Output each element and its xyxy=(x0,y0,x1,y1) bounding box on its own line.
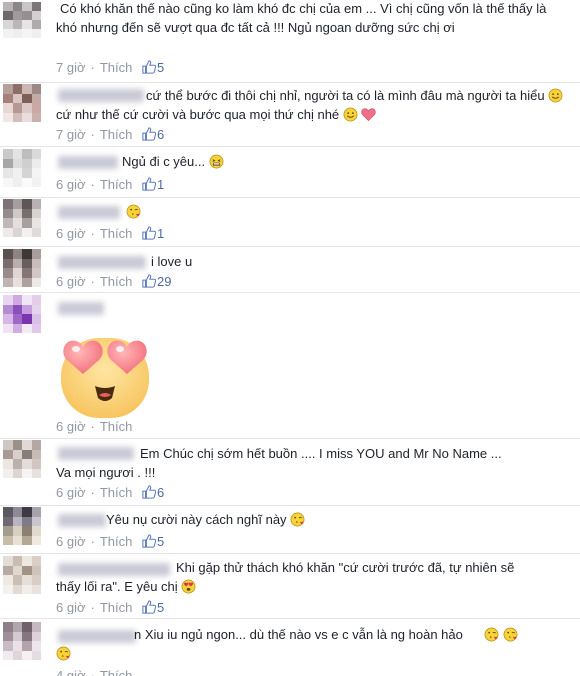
like-link[interactable]: Thích xyxy=(100,60,133,75)
like-link[interactable]: Thích xyxy=(100,274,133,289)
kiss-emoji xyxy=(484,627,499,642)
divider xyxy=(0,292,580,293)
kiss-emoji xyxy=(290,512,305,527)
like-count: 6 xyxy=(156,127,165,142)
avatar[interactable] xyxy=(3,249,41,287)
like-link[interactable]: Thích xyxy=(100,600,133,614)
comment-text xyxy=(56,202,556,221)
comment-text: n Xiu iu ngủ ngon... dù thế nào vs e c v… xyxy=(56,625,576,663)
heart-eyes-small-emoji xyxy=(181,579,196,594)
like-link[interactable]: Thích xyxy=(100,485,133,500)
comment-text: Có khó khăn thế nào cũng ko làm khó đc c… xyxy=(56,1,547,35)
avatar[interactable] xyxy=(3,556,41,594)
kiss-emoji xyxy=(126,204,141,219)
like-count: 29 xyxy=(156,274,172,289)
like-link[interactable]: Thích xyxy=(100,534,133,549)
grin-emoji xyxy=(209,154,224,169)
comment-text: cứ thể bước đi thôi chị nhỉ, người ta có… xyxy=(56,86,566,124)
timestamp[interactable]: 6 giờ xyxy=(56,177,86,192)
avatar[interactable] xyxy=(3,199,41,237)
like-count: 1 xyxy=(156,177,165,192)
timestamp[interactable]: 7 giờ xyxy=(56,60,86,75)
comment-text: Khi gặp thử thách khó khăn "cứ cười trướ… xyxy=(56,560,515,594)
divider xyxy=(0,618,580,619)
comment-text: Ngủ đi c yêu... xyxy=(56,152,556,171)
timestamp[interactable]: 6 giờ xyxy=(56,534,86,549)
timestamp[interactable]: 6 giờ xyxy=(56,274,86,289)
timestamp[interactable]: 6 giờ xyxy=(56,226,86,241)
thumbs-up-icon[interactable] xyxy=(142,127,156,141)
comment-meta: 6 giờ · Thích xyxy=(56,419,133,434)
thumbs-up-icon[interactable] xyxy=(142,177,156,191)
thumbs-up-icon[interactable] xyxy=(142,534,156,548)
kiss-emoji xyxy=(503,627,518,642)
divider xyxy=(0,197,580,198)
avatar[interactable] xyxy=(3,507,41,545)
comment-meta: 7 giờ · Thích 5 xyxy=(56,60,165,75)
thumbs-up-icon[interactable] xyxy=(142,600,156,614)
comment-meta: 6 giờ · Thích 5 xyxy=(56,534,165,549)
like-count: 5 xyxy=(156,534,165,549)
comment-text: Yêu nụ cười này cách nghĩ này xyxy=(56,510,556,529)
timestamp[interactable]: 6 giờ xyxy=(56,600,86,614)
smile-emoji xyxy=(548,88,563,103)
comment-meta: 6 giờ · Thích 6 xyxy=(56,485,165,500)
comment-meta: 6 giờ · Thích 1 xyxy=(56,226,165,241)
divider xyxy=(0,553,580,554)
like-count: 6 xyxy=(156,485,165,500)
comment-feed: Có khó khăn thế nào cũng ko làm khó đc c… xyxy=(0,0,580,676)
timestamp[interactable]: 6 giờ xyxy=(56,485,86,500)
timestamp[interactable]: 7 giờ xyxy=(56,127,86,142)
avatar[interactable] xyxy=(3,440,41,478)
comment-meta: 4 giờ · Thích xyxy=(56,668,132,676)
like-count: 5 xyxy=(156,600,165,614)
comment-meta: 6 giờ · Thích 29 xyxy=(56,274,172,289)
comment-meta: 6 giờ · Thích 1 xyxy=(56,177,165,192)
comment-text: Em Chúc chị sớm hết buồn .... I miss YOU… xyxy=(56,446,502,480)
heart-eyes-emoji xyxy=(61,338,149,418)
timestamp[interactable]: 4 giờ xyxy=(56,668,86,676)
like-link[interactable]: Thích xyxy=(100,177,133,192)
comment-text: i love u xyxy=(151,254,193,269)
avatar[interactable] xyxy=(3,84,41,122)
kiss-emoji xyxy=(56,646,71,661)
divider xyxy=(0,246,580,247)
comment-meta: 6 giờ · Thích 5 xyxy=(56,600,165,614)
smile-emoji xyxy=(343,107,358,122)
avatar[interactable] xyxy=(3,295,41,333)
timestamp[interactable]: 6 giờ xyxy=(56,419,86,434)
avatar[interactable] xyxy=(3,2,41,38)
thumbs-up-icon[interactable] xyxy=(142,485,156,499)
divider xyxy=(0,438,580,439)
like-count: 5 xyxy=(156,60,165,75)
comment-meta: 7 giờ · Thích 6 xyxy=(56,127,165,142)
thumbs-up-icon[interactable] xyxy=(142,274,156,288)
like-count: 1 xyxy=(156,226,165,241)
like-link[interactable]: Thích xyxy=(100,226,133,241)
divider xyxy=(0,146,580,147)
like-link[interactable]: Thích xyxy=(100,668,133,676)
divider xyxy=(0,505,580,506)
avatar[interactable] xyxy=(3,149,41,187)
thumbs-up-icon[interactable] xyxy=(142,226,156,240)
avatar[interactable] xyxy=(3,622,41,660)
heart-emoji xyxy=(361,108,377,122)
like-link[interactable]: Thích xyxy=(100,419,133,434)
like-link[interactable]: Thích xyxy=(100,127,133,142)
divider xyxy=(0,82,580,83)
thumbs-up-icon[interactable] xyxy=(142,60,156,74)
